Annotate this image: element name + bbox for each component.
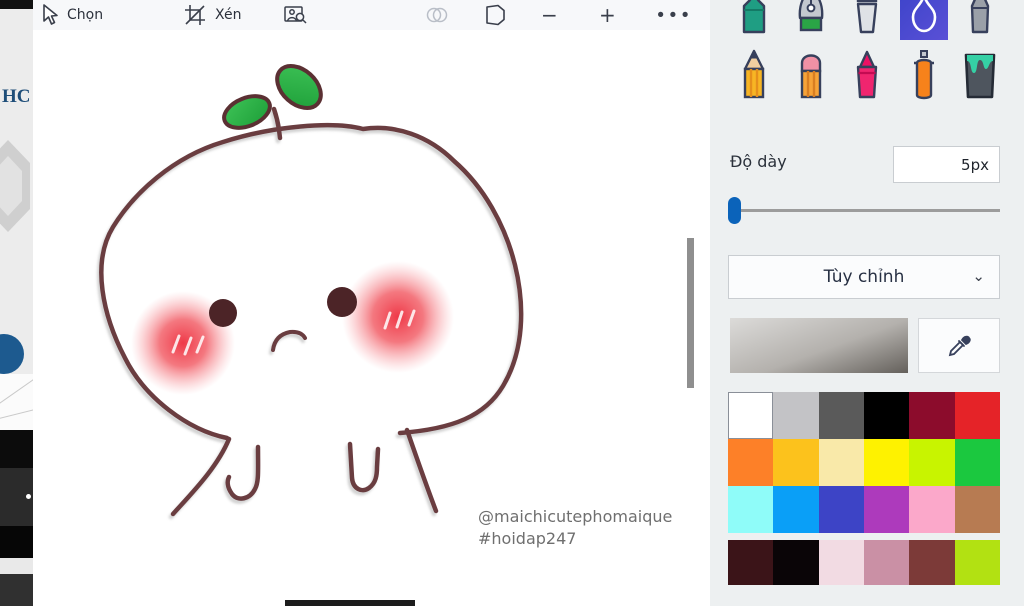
pixel-pen-icon [970, 0, 990, 34]
color-palette [728, 392, 1000, 533]
pencil-tool[interactable] [730, 48, 778, 104]
background-window-heading: HC [2, 86, 31, 107]
select-button-label[interactable]: Chọn [67, 0, 103, 30]
sticker-button-disabled [425, 0, 449, 30]
background-light-strip [0, 558, 33, 574]
thickness-label: Độ dày [730, 152, 787, 171]
color-swatch[interactable] [728, 392, 774, 439]
color-swatch[interactable] [773, 439, 819, 486]
zoom-in-button[interactable]: + [599, 0, 616, 30]
crayon-icon [856, 50, 878, 99]
current-color-preview [730, 318, 908, 373]
tools-panel: Độ dày 5px Tùy chỉnh ⌄ [710, 0, 1024, 606]
cursor-icon [39, 3, 61, 27]
custom-color-swatch[interactable] [909, 540, 955, 585]
eyedropper-icon [948, 335, 971, 356]
fill-bucket-icon [964, 53, 996, 99]
drawing-canvas[interactable]: @maichicutephomaique #hoidap247 [33, 30, 710, 606]
thickness-input[interactable]: 5px [893, 146, 1000, 183]
crop-icon [183, 3, 207, 27]
eyedropper-button[interactable] [918, 318, 1000, 373]
color-swatch[interactable] [863, 486, 910, 533]
overlapping-shapes-icon [425, 4, 449, 26]
thickness-value: 5px [961, 155, 989, 174]
signature-line1: @maichicutephomaique [478, 507, 673, 526]
thickness-slider-track[interactable] [730, 209, 1000, 212]
custom-color-swatch[interactable] [818, 540, 864, 585]
color-swatch[interactable] [909, 439, 955, 486]
fill-bucket-tool[interactable] [956, 48, 1004, 104]
color-swatch[interactable] [818, 439, 864, 486]
customize-dropdown[interactable]: Tùy chỉnh ⌄ [728, 255, 1000, 299]
spray-can-icon [913, 50, 934, 100]
color-swatch[interactable] [954, 392, 1000, 439]
artist-signature: @maichicutephomaique #hoidap247 [478, 506, 672, 550]
background-window-strip: HC [0, 0, 33, 606]
oil-brush-tool[interactable] [843, 0, 891, 40]
brush-row-1 [730, 0, 1004, 40]
chevron-down-icon: ⌄ [972, 267, 985, 285]
color-swatch[interactable] [863, 439, 910, 486]
marker-tool[interactable] [730, 0, 778, 40]
crop-button[interactable] [183, 0, 207, 30]
crop-button-label[interactable]: Xén [215, 0, 241, 30]
background-dark-block [0, 526, 33, 558]
customize-dropdown-label: Tùy chỉnh [823, 267, 905, 287]
pixel-pen-tool[interactable] [956, 0, 1004, 40]
watercolor-tool[interactable] [899, 0, 948, 40]
canvas-vertical-scrollbar[interactable] [687, 238, 694, 388]
marker-icon [742, 0, 766, 34]
thickness-slider-thumb[interactable] [728, 197, 741, 224]
custom-color-swatch[interactable] [863, 540, 910, 585]
custom-color-swatch[interactable] [954, 540, 1000, 585]
plus-icon: + [599, 3, 616, 27]
select-button[interactable] [39, 0, 61, 30]
more-options-button[interactable]: ∙∙∙ [655, 0, 692, 30]
color-swatch[interactable] [728, 486, 774, 533]
eraser-icon [800, 54, 821, 99]
minus-icon: − [541, 3, 558, 27]
pencil-icon [743, 49, 765, 99]
color-swatch[interactable] [773, 486, 819, 533]
color-swatch[interactable] [954, 486, 1000, 533]
3d-view-button[interactable] [481, 0, 507, 30]
canvas-bottom-bar [285, 600, 415, 606]
ellipsis-icon: ∙∙∙ [655, 4, 692, 25]
spray-can-tool[interactable] [900, 48, 948, 104]
hexagon-graphic [0, 140, 30, 232]
custom-color-swatch[interactable] [728, 540, 774, 585]
3d-view-icon [481, 2, 507, 28]
calligraphy-pen-icon [798, 0, 823, 32]
zoom-out-button[interactable]: − [541, 0, 558, 30]
color-swatch[interactable] [909, 392, 955, 439]
custom-color-swatch[interactable] [773, 540, 819, 585]
background-dark-block [0, 430, 33, 468]
brush-row-2 [730, 48, 1004, 104]
color-swatch[interactable] [954, 439, 1000, 486]
color-swatch[interactable] [773, 392, 819, 439]
color-swatch[interactable] [818, 486, 864, 533]
magic-select-icon [283, 3, 309, 27]
crayon-tool[interactable] [843, 48, 891, 104]
wireframe-graphic [0, 374, 33, 430]
background-dark-block [0, 574, 33, 606]
calligraphy-pen-tool[interactable] [787, 0, 835, 40]
watercolor-icon [911, 0, 936, 33]
custom-color-palette [728, 540, 1000, 585]
small-white-dot [26, 494, 31, 499]
oil-brush-icon [856, 0, 878, 34]
background-window-titlebar [0, 0, 33, 9]
magic-select-button[interactable] [283, 0, 309, 30]
eraser-tool[interactable] [787, 48, 835, 104]
blue-circle-graphic [0, 334, 24, 374]
color-swatch[interactable] [728, 439, 774, 486]
color-swatch[interactable] [818, 392, 864, 439]
signature-line2: #hoidap247 [478, 529, 577, 548]
color-swatch[interactable] [863, 392, 910, 439]
color-swatch[interactable] [909, 486, 955, 533]
top-toolbar: Chọn Xén − + ∙∙∙ [33, 0, 710, 30]
